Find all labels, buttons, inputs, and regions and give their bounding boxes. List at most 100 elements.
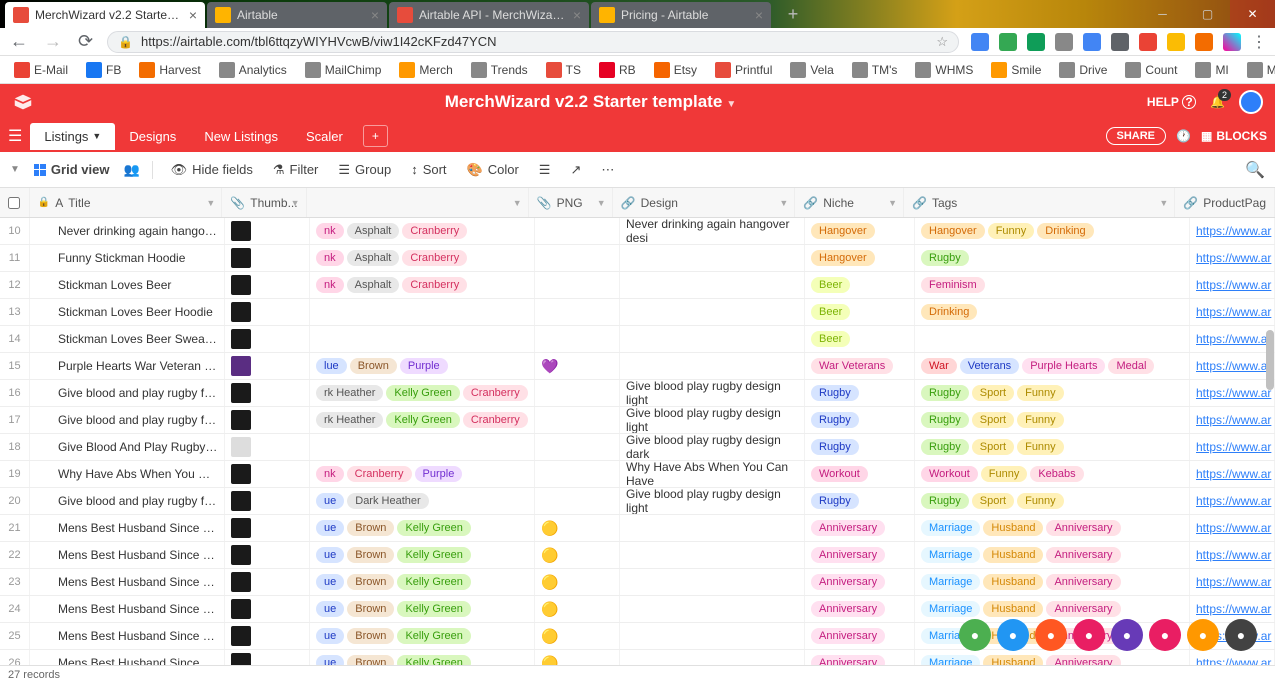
window-close[interactable]: ✕ [1230, 0, 1275, 28]
cell-thumb[interactable] [225, 434, 310, 460]
cell-title[interactable]: Give blood and play rugby funn... [30, 488, 225, 514]
cell-niche[interactable]: War Veterans [805, 353, 915, 379]
table-row[interactable]: 15 Purple Hearts War Veteran Prou... lue… [0, 353, 1275, 380]
cell-niche[interactable]: Anniversary [805, 623, 915, 649]
cell-url[interactable]: https://www.ar [1190, 326, 1275, 352]
cell-design[interactable] [620, 326, 805, 352]
table-tab[interactable]: Scaler [292, 123, 357, 150]
cell-url[interactable]: https://www.ar [1190, 218, 1275, 244]
cell-niche[interactable]: Rugby [805, 434, 915, 460]
ext-icon[interactable] [971, 33, 989, 51]
cell-design[interactable]: Give blood play rugby design dark [620, 434, 805, 460]
cell-colors[interactable]: nkAsphaltCranberry [310, 272, 535, 298]
bookmark-item[interactable]: RB [593, 60, 642, 80]
cell-niche[interactable]: Beer [805, 272, 915, 298]
ext-icon[interactable] [1195, 33, 1213, 51]
cell-niche[interactable]: Beer [805, 326, 915, 352]
row-number[interactable]: 20 [0, 488, 30, 514]
cell-design[interactable] [620, 569, 805, 595]
bookmark-item[interactable]: Count [1119, 60, 1183, 80]
cell-design[interactable]: Never drinking again hangover desi [620, 218, 805, 244]
cell-png[interactable] [535, 380, 620, 406]
cell-thumb[interactable] [225, 569, 310, 595]
cell-tags[interactable]: MarriageHusbandAnniversary [915, 515, 1190, 541]
cell-colors[interactable]: lueBrownPurple [310, 353, 535, 379]
cell-title[interactable]: Mens Best Husband Since 1980 ... [30, 515, 225, 541]
row-number[interactable]: 24 [0, 596, 30, 622]
cell-png[interactable] [535, 407, 620, 433]
table-row[interactable]: 17 Give blood and play rugby funn... rk … [0, 407, 1275, 434]
new-tab-button[interactable]: + [779, 0, 807, 28]
fab-button[interactable]: ● [1187, 619, 1219, 651]
cell-url[interactable]: https://www.ar [1190, 434, 1275, 460]
cell-url[interactable]: https://www.ar [1190, 488, 1275, 514]
notifications-button[interactable]: 🔔2 [1210, 95, 1225, 109]
close-tab-icon[interactable]: × [371, 7, 379, 23]
close-tab-icon[interactable]: × [755, 7, 763, 23]
url-input[interactable]: 🔒 https://airtable.com/tbl6ttqzyWIYHVcwB… [107, 31, 959, 53]
fab-button[interactable]: ● [959, 619, 991, 651]
profile-icon[interactable] [1223, 33, 1241, 51]
ext-icon[interactable] [1139, 33, 1157, 51]
cell-png[interactable]: 🟡 [535, 569, 620, 595]
cell-tags[interactable]: MarriageHusbandAnniversary [915, 542, 1190, 568]
cell-design[interactable] [620, 596, 805, 622]
cell-thumb[interactable] [225, 407, 310, 433]
filter-button[interactable]: ⚗Filter [267, 158, 325, 182]
cell-colors[interactable]: nkCranberryPurple [310, 461, 535, 487]
bookmark-item[interactable]: Printful [709, 60, 778, 80]
cell-niche[interactable]: Anniversary [805, 542, 915, 568]
cell-colors[interactable]: ueBrownKelly Green [310, 596, 535, 622]
browser-tab[interactable]: Airtable API - MerchWizard v2.2× [389, 2, 589, 28]
help-button[interactable]: HELP ? [1147, 95, 1196, 109]
cell-niche[interactable]: Workout [805, 461, 915, 487]
ext-icon[interactable] [1111, 33, 1129, 51]
bookmark-item[interactable]: Etsy [648, 60, 703, 80]
table-row[interactable]: 18 Give Blood And Play Rugby - Po... Giv… [0, 434, 1275, 461]
cell-design[interactable] [620, 245, 805, 271]
user-avatar[interactable] [1239, 90, 1263, 114]
cell-colors[interactable] [310, 434, 535, 460]
cell-tags[interactable]: WorkoutFunnyKebabs [915, 461, 1190, 487]
fab-button[interactable]: ● [1111, 619, 1143, 651]
row-number[interactable]: 22 [0, 542, 30, 568]
cell-title[interactable]: Give Blood And Play Rugby - Po... [30, 434, 225, 460]
row-number[interactable]: 15 [0, 353, 30, 379]
row-number[interactable]: 21 [0, 515, 30, 541]
cell-title[interactable]: Purple Hearts War Veteran Prou... [30, 353, 225, 379]
cell-niche[interactable]: Anniversary [805, 569, 915, 595]
color-button[interactable]: 🎨Color [461, 158, 525, 182]
cell-url[interactable]: https://www.ar [1190, 542, 1275, 568]
ext-icon[interactable] [1083, 33, 1101, 51]
row-number[interactable]: 14 [0, 326, 30, 352]
row-number[interactable]: 19 [0, 461, 30, 487]
blocks-button[interactable]: ▦ BLOCKS [1201, 129, 1267, 143]
menu-icon[interactable]: ⋮ [1251, 32, 1267, 52]
bookmark-item[interactable]: Trends [465, 60, 534, 80]
row-height-button[interactable]: ☰ [533, 158, 557, 182]
bookmark-item[interactable]: E-Mail [8, 60, 74, 80]
cell-colors[interactable] [310, 326, 535, 352]
cell-png[interactable] [535, 218, 620, 244]
bookmark-item[interactable]: FB [80, 60, 127, 80]
row-number[interactable]: 25 [0, 623, 30, 649]
row-number[interactable]: 11 [0, 245, 30, 271]
vertical-scrollbar[interactable] [1265, 180, 1275, 480]
cell-colors[interactable]: ueBrownKelly Green [310, 515, 535, 541]
cell-colors[interactable]: ueBrownKelly Green [310, 569, 535, 595]
cell-url[interactable]: https://www.ar [1190, 515, 1275, 541]
cell-title[interactable]: Mens Best Husband Since 1979 ... [30, 596, 225, 622]
cell-thumb[interactable] [225, 353, 310, 379]
row-number[interactable]: 18 [0, 434, 30, 460]
cell-colors[interactable]: rk HeatherKelly GreenCranberry [310, 380, 535, 406]
cell-colors[interactable]: nkAsphaltCranberry [310, 245, 535, 271]
share-view-button[interactable]: ↗ [564, 158, 587, 182]
grid-view-button[interactable]: Grid view [28, 158, 116, 181]
cell-png[interactable]: 🟡 [535, 515, 620, 541]
fab-button[interactable]: ● [1073, 619, 1105, 651]
cell-title[interactable]: Why Have Abs When You Can H... [30, 461, 225, 487]
cell-thumb[interactable] [225, 488, 310, 514]
cell-url[interactable]: https://www.ar [1190, 299, 1275, 325]
back-button[interactable]: ← [8, 29, 30, 54]
cell-tags[interactable]: Rugby [915, 245, 1190, 271]
